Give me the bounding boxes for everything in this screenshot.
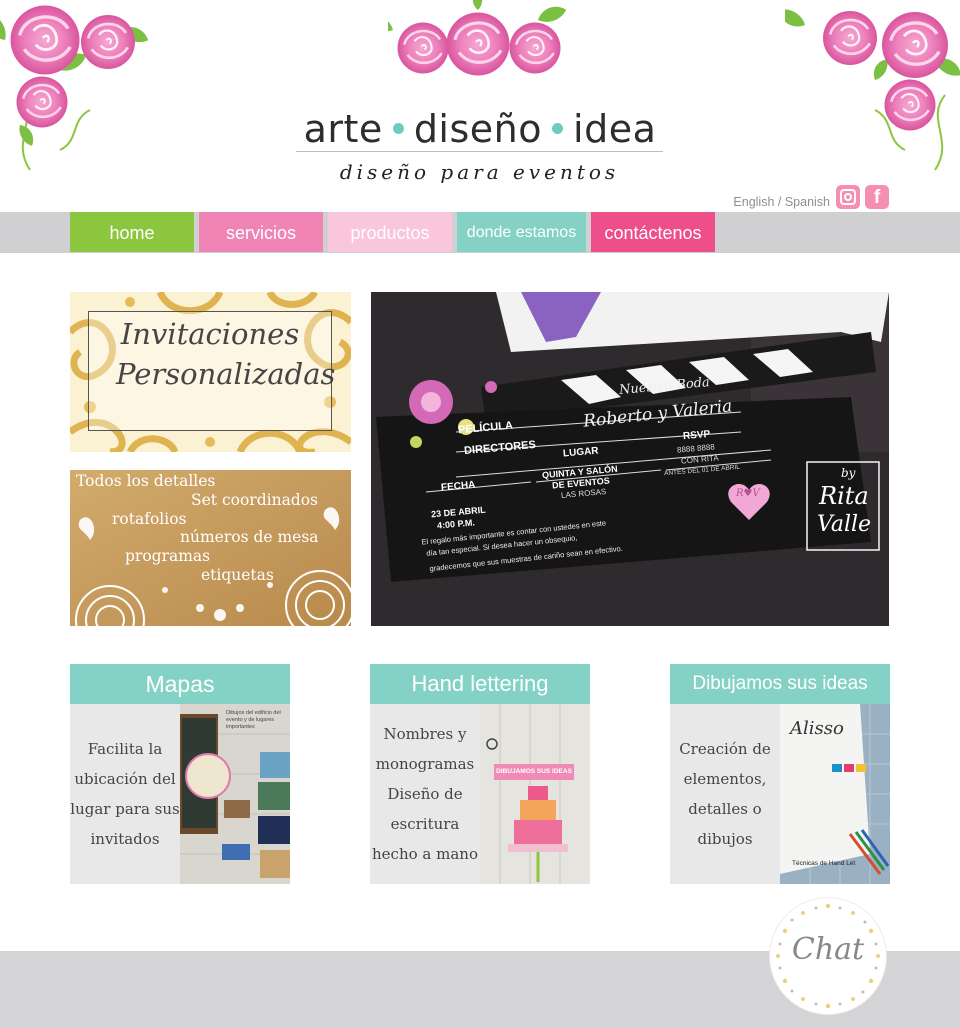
rose-decoration-center bbox=[388, 0, 570, 98]
logo-tagline: diseño para eventos bbox=[339, 160, 620, 184]
rose-decoration-left bbox=[0, 0, 190, 175]
site-logo[interactable]: arte diseño idea bbox=[296, 104, 664, 154]
nav-contactenos[interactable]: contáctenos bbox=[591, 212, 715, 252]
logo-divider bbox=[296, 151, 663, 152]
invitation-photo-graphic bbox=[371, 292, 889, 626]
facebook-icon[interactable]: f bbox=[865, 185, 889, 209]
card-hand-lettering-title: Hand lettering bbox=[370, 664, 590, 704]
nav-productos[interactable]: productos bbox=[328, 212, 452, 252]
language-switch[interactable]: English / Spanish bbox=[700, 193, 830, 211]
signature-name-2: Valle bbox=[817, 512, 872, 537]
map-collage-graphic bbox=[180, 704, 290, 884]
detalles-line-5: programas bbox=[125, 547, 211, 565]
signature-name-1: Rita bbox=[819, 482, 869, 510]
nav-home[interactable]: home bbox=[70, 212, 194, 252]
detalles-banner[interactable]: Todos los detalles Set coordinados rotaf… bbox=[70, 470, 351, 626]
detalles-line-3: rotafolios bbox=[112, 510, 187, 528]
card-dibujamos-ideas[interactable]: Dibujamos sus ideas Creación de elemento… bbox=[670, 664, 890, 884]
nav-donde-estamos[interactable]: donde estamos bbox=[457, 212, 586, 252]
signature-by: by bbox=[841, 466, 856, 480]
invitaciones-banner[interactable]: Invitaciones Personalizadas bbox=[70, 292, 351, 452]
logo-word-diseno: diseño bbox=[413, 107, 543, 151]
invitaciones-title: Invitaciones Personalizadas bbox=[88, 314, 336, 394]
rose-decoration-right bbox=[785, 0, 960, 175]
nav-servicios[interactable]: servicios bbox=[199, 212, 323, 252]
invitaciones-line2: Personalizadas bbox=[116, 357, 336, 391]
cake-illustration-graphic bbox=[480, 704, 590, 884]
logo-dot bbox=[392, 123, 404, 134]
card-mapas-text: Facilita la ubicación del lugar para sus… bbox=[70, 740, 180, 848]
chat-label: Chat bbox=[791, 932, 865, 967]
card-hand-lettering-text: Nombres y monogramas Diseño de escritura… bbox=[372, 725, 478, 863]
card-dibujamos-ideas-title: Dibujamos sus ideas bbox=[670, 664, 890, 704]
card-mapas-title: Mapas bbox=[70, 664, 290, 704]
detalles-line-1: Todos los detalles bbox=[76, 472, 216, 490]
card-mapas-image: Dibujos del edificio del evento y de lug… bbox=[180, 704, 290, 884]
map-caption: Dibujos del edificio del evento y de lug… bbox=[226, 710, 281, 730]
card-hand-lettering-image: DIBUJAMOS SUS IDEAS bbox=[480, 704, 590, 884]
detalles-line-6: etiquetas bbox=[201, 566, 274, 584]
facebook-glyph: f bbox=[873, 187, 881, 208]
detalles-line-2: Set coordinados bbox=[191, 491, 319, 509]
logo-word-arte: arte bbox=[303, 107, 383, 151]
logo-dot bbox=[552, 123, 564, 134]
invitaciones-line1: Invitaciones bbox=[120, 317, 300, 351]
ideas-caption: Técnicas de Hand Let bbox=[792, 860, 856, 867]
detalles-line-4: números de mesa bbox=[180, 528, 319, 546]
card-hand-lettering[interactable]: Hand lettering Nombres y monogramas Dise… bbox=[370, 664, 590, 884]
logo-word-idea: idea bbox=[573, 107, 657, 151]
chat-button[interactable]: Chat bbox=[770, 898, 886, 1014]
card-rsvp: RSVP bbox=[682, 428, 711, 443]
instagram-icon[interactable] bbox=[836, 185, 860, 209]
card-heart-monogram: R♥V bbox=[736, 488, 760, 499]
ideas-script: Alisso bbox=[790, 718, 844, 739]
card-dibujamos-ideas-text: Creación de elementos, detalles o dibujo… bbox=[679, 740, 771, 848]
card-mapas[interactable]: Mapas Facilita la ubicación del lugar pa… bbox=[70, 664, 290, 884]
featured-invitation-photo[interactable]: Nuestra Boda Roberto y Valeria PELÍCULA … bbox=[371, 292, 889, 626]
card-dibujamos-ideas-image: Alisso Técnicas de Hand Let bbox=[780, 704, 890, 884]
hand-sticker: DIBUJAMOS SUS IDEAS bbox=[496, 768, 572, 775]
